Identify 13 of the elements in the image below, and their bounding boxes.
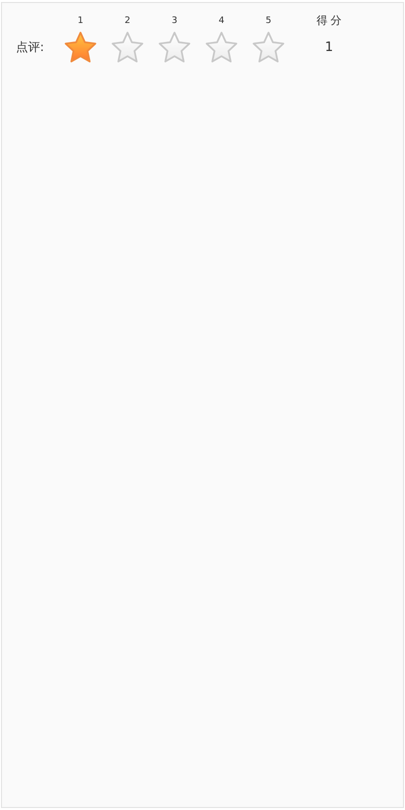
scale-number: 5: [264, 16, 272, 26]
scale-number: 1: [76, 16, 84, 26]
scale-number: 2: [124, 16, 132, 26]
empty-star-icon[interactable]: [110, 30, 145, 65]
empty-star-icon[interactable]: [157, 30, 192, 65]
rating-label: 点评:: [16, 39, 46, 56]
filled-star-icon[interactable]: [63, 30, 98, 65]
score-value: 1: [324, 40, 334, 55]
empty-star-icon[interactable]: [204, 30, 239, 65]
scale-number: 4: [218, 16, 226, 26]
scale-number: 3: [170, 16, 178, 26]
empty-star-icon[interactable]: [251, 30, 286, 65]
score-heading: 得 分: [315, 13, 343, 28]
